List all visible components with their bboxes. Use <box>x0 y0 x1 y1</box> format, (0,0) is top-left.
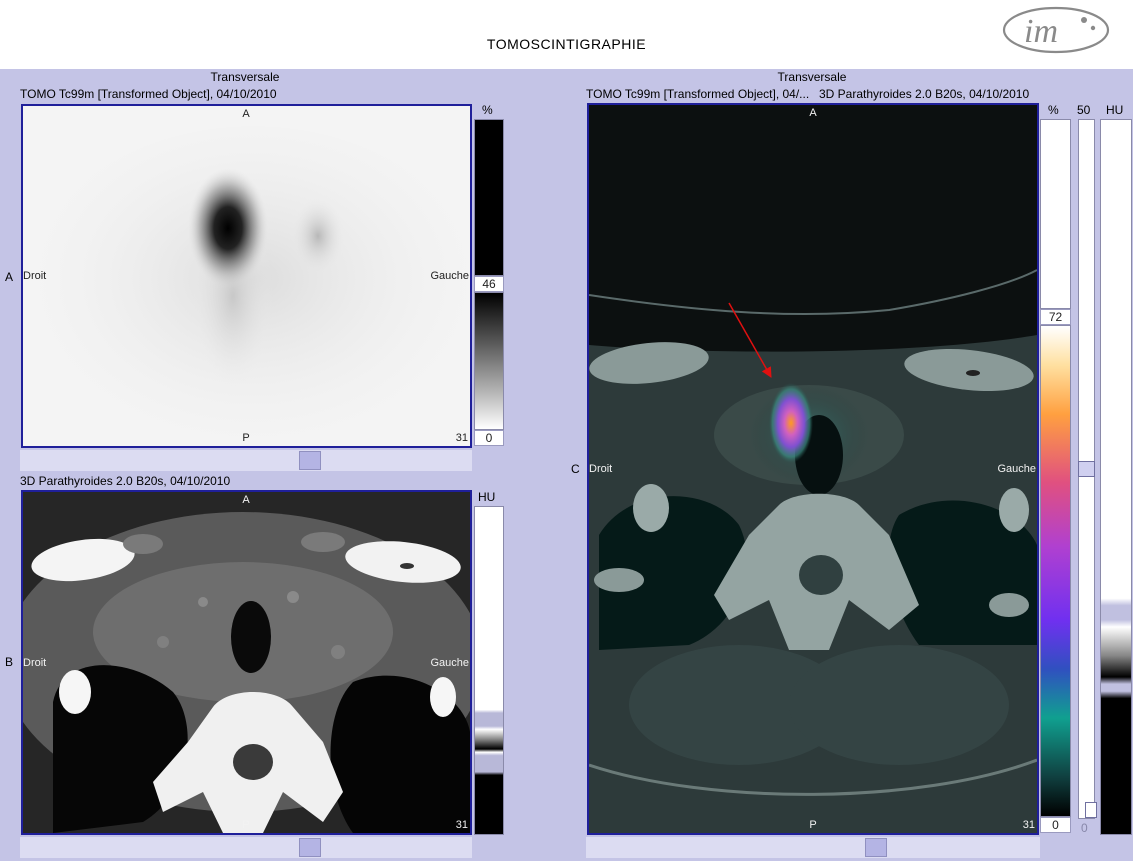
ct-orient-right: Gauche <box>430 657 469 669</box>
spect-orient-top: A <box>242 108 250 120</box>
fusion-window-max[interactable]: 72 <box>1040 309 1071 325</box>
spect-scroll-thumb[interactable] <box>299 451 321 470</box>
spect-series-label: TOMO Tc99m [Transformed Object], 04/10/2… <box>20 87 277 101</box>
ct-slice-number: 31 <box>455 819 468 831</box>
spect-viewport[interactable]: A P Droit Gauche 31 <box>21 104 472 448</box>
spect-unit-label: % <box>482 103 493 117</box>
spect-row-label: A <box>5 270 14 284</box>
fusion-orient-top: A <box>809 107 817 119</box>
blend-slider[interactable] <box>1078 119 1097 819</box>
fusion-viewport[interactable]: A P Droit Gauche 31 <box>587 103 1039 835</box>
ct-image <box>23 492 470 833</box>
im-logo-icon: im <box>1002 6 1110 54</box>
header: TOMOSCINTIGRAPHIE im <box>0 0 1133 69</box>
spect-heading: Transversale <box>210 70 280 84</box>
page-title: TOMOSCINTIGRAPHIE <box>486 36 647 52</box>
fusion-colorbar-upper <box>1040 119 1071 309</box>
spect-colorbar-gradient <box>474 292 504 430</box>
blend-min-label: 0 <box>1081 821 1088 835</box>
fusion-orient-left: Droit <box>589 463 613 475</box>
fusion-orient-bottom: P <box>809 819 817 831</box>
fusion-unit-pct-label: % <box>1048 103 1059 117</box>
spect-slice-scrollbar[interactable] <box>20 450 472 471</box>
ct-orient-top: A <box>242 494 250 506</box>
spect-image <box>23 106 470 446</box>
ct-orient-left: Droit <box>23 657 47 669</box>
ct-colorbar <box>474 506 504 835</box>
spect-window-max[interactable]: 46 <box>474 276 504 292</box>
spect-orient-right: Gauche <box>430 270 469 282</box>
fusion-unit-hu-label: HU <box>1106 103 1124 117</box>
spect-orient-bottom: P <box>242 432 250 444</box>
blend-slider-bottom-thumb[interactable] <box>1085 802 1097 818</box>
spect-colorbar-upper <box>474 119 504 276</box>
blend-max-label: 50 <box>1077 103 1091 117</box>
ct-viewport[interactable]: A P Droit Gauche 31 <box>21 490 472 835</box>
fusion-slice-number: 31 <box>1022 819 1035 831</box>
fusion-scroll-thumb[interactable] <box>865 838 887 857</box>
ct-orient-bottom: P <box>242 819 250 831</box>
fusion-row-label: C <box>571 462 580 476</box>
fusion-slice-scrollbar[interactable] <box>586 837 1040 858</box>
fusion-window-min[interactable]: 0 <box>1040 817 1071 833</box>
ct-series-label: 3D Parathyroides 2.0 B20s, 04/10/2010 <box>20 474 231 488</box>
fusion-image <box>589 105 1037 833</box>
fusion-orient-right: Gauche <box>997 463 1036 475</box>
svg-text:im: im <box>1024 13 1058 50</box>
ct-slice-scrollbar[interactable] <box>20 837 472 858</box>
ct-row-label: B <box>5 655 14 669</box>
spect-orient-left: Droit <box>23 270 47 282</box>
spect-window-min[interactable]: 0 <box>474 430 504 446</box>
spect-slice-number: 31 <box>455 432 468 444</box>
ct-scroll-thumb[interactable] <box>299 838 321 857</box>
ct-unit-label: HU <box>478 490 496 504</box>
fusion-series-ct-label: 3D Parathyroides 2.0 B20s, 04/10/2010 <box>819 87 1030 101</box>
blend-slider-thumb[interactable] <box>1078 461 1095 477</box>
fusion-hu-colorbar <box>1100 119 1132 835</box>
fusion-heading: Transversale <box>777 70 847 84</box>
fusion-series-pet-label: TOMO Tc99m [Transformed Object], 04/... <box>586 87 810 101</box>
fusion-colorbar-gradient <box>1040 325 1071 817</box>
